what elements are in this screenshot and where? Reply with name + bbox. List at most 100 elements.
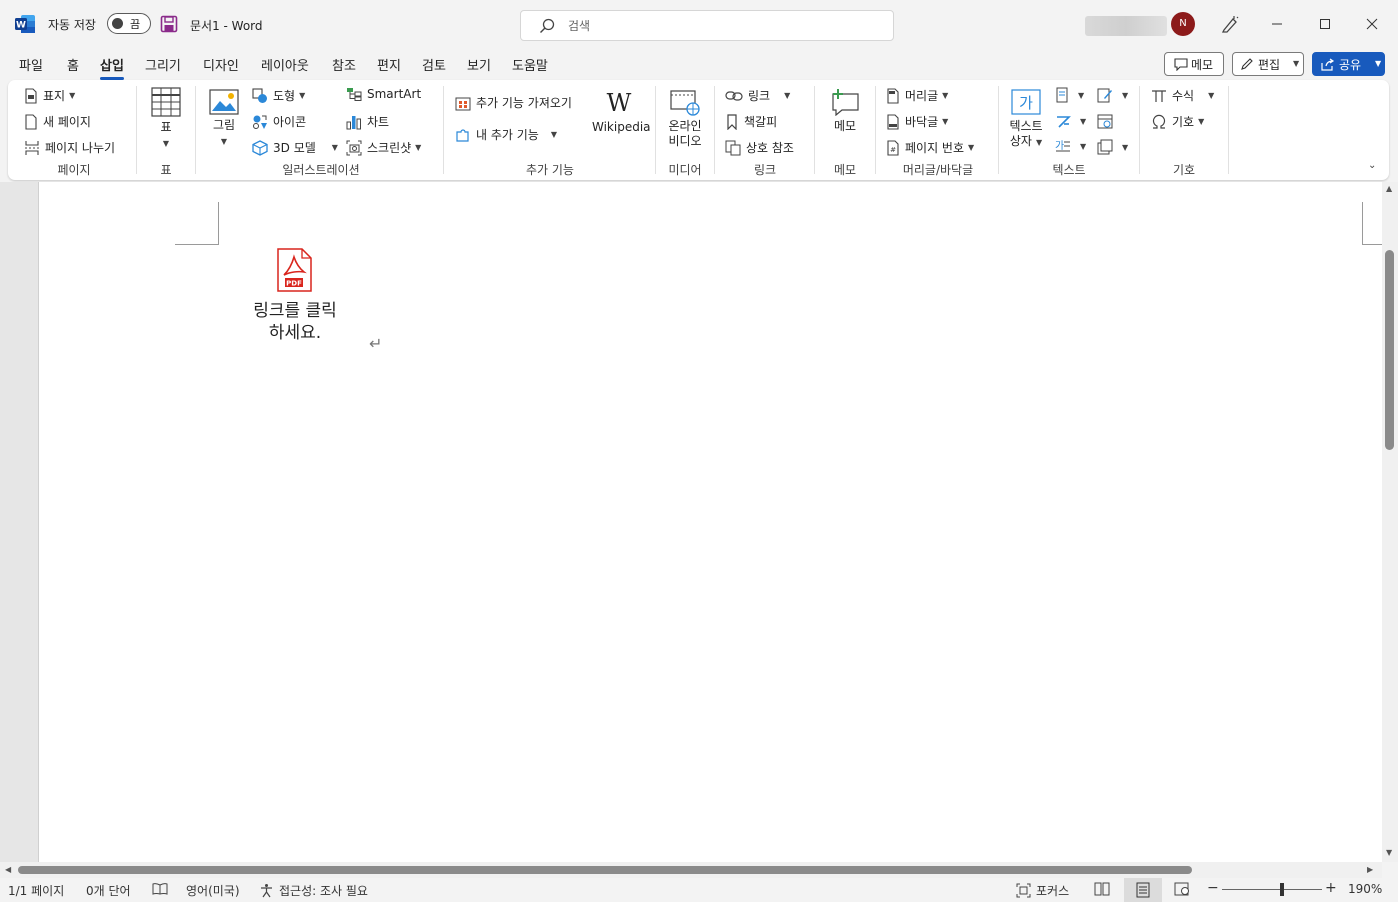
scroll-right-icon[interactable]: ▶ [1367, 865, 1373, 874]
new-comment-button[interactable]: 메모 [825, 88, 865, 134]
smartart-label: SmartArt [367, 87, 422, 101]
autosave-toggle[interactable]: 끔 [107, 13, 151, 34]
tab-insert[interactable]: 삽입 [100, 55, 124, 80]
read-mode-button[interactable] [1094, 882, 1115, 896]
group-separator [655, 86, 656, 174]
scroll-left-icon[interactable]: ◀ [5, 865, 11, 874]
drop-cap-button[interactable]: 가 ▼ [1055, 139, 1086, 153]
symbol-button[interactable]: 기호 ▼ [1151, 113, 1204, 130]
link-button[interactable]: 링크 ▼ [725, 87, 790, 104]
text-box-button[interactable]: 가 텍스트 상자 ▼ [1006, 88, 1046, 150]
tab-view[interactable]: 보기 [467, 55, 491, 74]
tab-home[interactable]: 홈 [67, 55, 79, 74]
close-icon[interactable] [1362, 14, 1382, 34]
screenshot-button[interactable]: 스크린샷 ▼ [346, 139, 421, 156]
avatar[interactable]: N [1171, 12, 1195, 36]
zoom-slider[interactable] [1222, 889, 1322, 890]
save-icon[interactable] [160, 15, 178, 33]
date-time-button[interactable] [1097, 113, 1118, 129]
cube-icon [252, 139, 268, 156]
pdf-caption[interactable]: 링크를 클릭 하세요. [240, 300, 350, 344]
group-separator [1228, 86, 1229, 174]
designer-pen-icon[interactable] [1220, 14, 1240, 34]
page-number-button[interactable]: # 페이지 번호 ▼ [886, 139, 974, 156]
pencil-icon [1241, 58, 1253, 70]
tab-mailings[interactable]: 편지 [377, 55, 401, 74]
zoom-in-button[interactable]: + [1325, 880, 1337, 896]
tab-help[interactable]: 도움말 [512, 55, 548, 74]
3d-models-button[interactable]: 3D 모델 ▼ [252, 139, 338, 156]
pdf-file-icon[interactable]: PDF [276, 248, 312, 292]
tab-file[interactable]: 파일 [19, 55, 43, 74]
online-video-button[interactable]: 온라인 비디오 [665, 88, 705, 149]
horizontal-scrollbar[interactable]: ◀ ▶ [0, 862, 1382, 878]
group-separator [875, 86, 876, 174]
signature-line-button[interactable]: ▼ [1097, 87, 1128, 103]
web-layout-button[interactable] [1174, 882, 1195, 896]
wordart-icon [1057, 116, 1071, 128]
icons-button[interactable]: 아이콘 [252, 113, 306, 130]
scroll-down-icon[interactable]: ▼ [1386, 848, 1392, 857]
horizontal-scroll-thumb[interactable] [18, 866, 1192, 874]
zoom-slider-thumb[interactable] [1280, 883, 1284, 896]
tab-review[interactable]: 검토 [422, 55, 446, 74]
smartart-button[interactable]: SmartArt [346, 87, 421, 101]
chart-button[interactable]: 차트 [346, 113, 389, 130]
wordart-button[interactable]: ▼ [1055, 113, 1086, 129]
tab-design[interactable]: 디자인 [203, 55, 239, 74]
table-button[interactable]: 표 ▼ [149, 87, 183, 151]
header-button[interactable]: 머리글 ▼ [886, 87, 948, 104]
language-status[interactable]: 영어(미국) [186, 882, 240, 899]
footer-icon [887, 113, 899, 130]
scroll-up-icon[interactable]: ▲ [1386, 184, 1392, 193]
header-label: 머리글 [905, 89, 939, 103]
blank-page-button[interactable]: 새 페이지 [24, 113, 91, 130]
proofing-button[interactable] [152, 882, 173, 895]
chevron-down-icon: ▼ [1375, 59, 1382, 68]
my-addins-button[interactable]: 내 추가 기능 ▼ [455, 126, 557, 143]
focus-icon [1016, 883, 1031, 898]
page-break-button[interactable]: 페이지 나누기 [24, 139, 115, 156]
accessibility-status[interactable]: 접근성: 조사 필요 [259, 882, 368, 899]
wikipedia-button[interactable]: W Wikipedia [592, 90, 651, 135]
object-button[interactable]: ▼ [1097, 139, 1128, 155]
comments-button[interactable]: 메모 [1164, 52, 1224, 76]
account-name[interactable] [1085, 16, 1167, 36]
ribbon-collapse-chevron-icon[interactable]: ⌄ [1368, 160, 1376, 171]
editing-mode-button[interactable]: 편집 ▼ [1232, 52, 1304, 76]
editing-label: 편집 [1258, 58, 1281, 72]
3d-models-label: 3D 모델 [273, 141, 316, 155]
page-count[interactable]: 1/1 페이지 [8, 882, 64, 899]
pictures-button[interactable]: 그림 ▼ [206, 89, 242, 149]
autosave-label: 자동 저장 [48, 18, 96, 32]
quick-parts-button[interactable]: ▼ [1055, 87, 1084, 103]
zoom-out-button[interactable]: − [1207, 880, 1219, 896]
print-layout-button[interactable] [1124, 878, 1162, 902]
get-addins-label: 추가 기능 가져오기 [476, 96, 572, 110]
document-page[interactable] [38, 182, 1382, 862]
shapes-button[interactable]: 도형 ▼ [252, 87, 305, 104]
vertical-scrollbar[interactable]: ▲ ▼ [1382, 182, 1398, 862]
focus-mode-button[interactable]: 포커스 [1016, 882, 1069, 899]
zoom-level[interactable]: 190% [1348, 882, 1382, 896]
share-button[interactable]: 공유 ▼ [1312, 52, 1385, 76]
tab-draw[interactable]: 그리기 [145, 55, 181, 74]
vertical-scroll-thumb[interactable] [1385, 250, 1394, 450]
search-box[interactable]: 검색 [520, 10, 894, 41]
symbol-label: 기호 [1172, 115, 1195, 129]
group-label-addins: 추가 기능 [526, 163, 574, 177]
minimize-icon[interactable] [1267, 14, 1287, 34]
tab-layout[interactable]: 레이아웃 [261, 55, 309, 74]
maximize-icon[interactable] [1315, 14, 1335, 34]
icons-label: 아이콘 [273, 115, 307, 129]
tab-references[interactable]: 참조 [332, 55, 356, 74]
equation-button[interactable]: 수식 ▼ [1151, 87, 1214, 104]
chevron-down-icon: ▼ [299, 91, 306, 100]
word-count[interactable]: 0개 단어 [86, 882, 131, 899]
bookmark-button[interactable]: 책갈피 [725, 113, 777, 130]
footer-button[interactable]: 바닥글 ▼ [886, 113, 948, 130]
cross-reference-button[interactable]: 상호 참조 [725, 139, 794, 156]
get-addins-button[interactable]: 추가 기능 가져오기 [455, 94, 572, 111]
cover-page-button[interactable]: 표지 ▼ [24, 87, 75, 104]
chevron-down-icon: ▼ [784, 91, 791, 100]
